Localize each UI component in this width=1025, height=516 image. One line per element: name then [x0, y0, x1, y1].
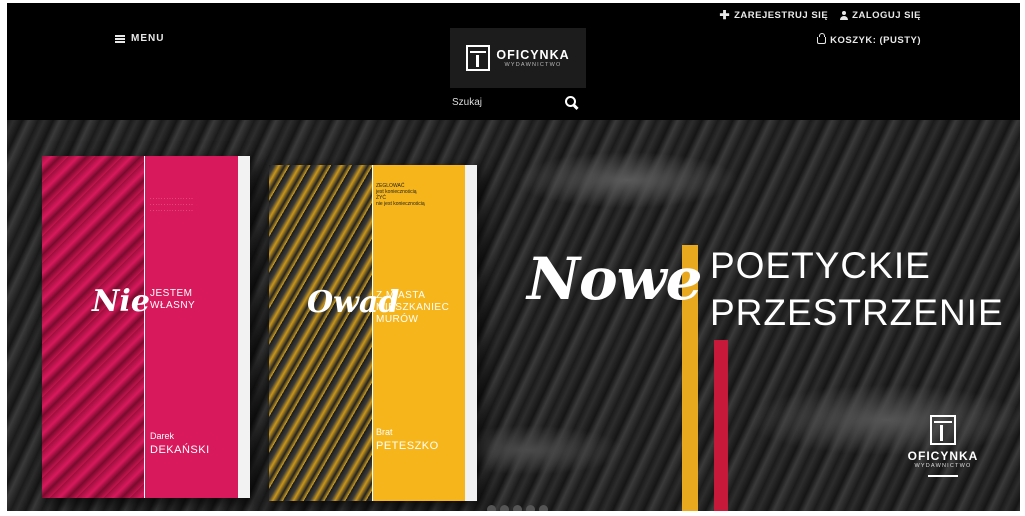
book-title-line: MURÓW — [376, 314, 419, 325]
site-header: MENU ✚ ZAREJESTRUJ SIĘ ZALOGUJ SIĘ KOSZY… — [7, 3, 1020, 120]
banner-logo-subtitle: WYDAWNICTWO — [914, 463, 972, 469]
logo-mark-icon — [466, 45, 491, 71]
search-input[interactable] — [452, 96, 542, 108]
carousel-dots — [487, 505, 548, 511]
page-frame: MENU ✚ ZAREJESTRUJ SIĘ ZALOGUJ SIĘ KOSZY… — [7, 3, 1020, 511]
search-icon[interactable] — [565, 96, 577, 108]
book-title-line: Z MIASTA — [376, 290, 426, 301]
login-link[interactable]: ZALOGUJ SIĘ — [840, 10, 921, 21]
site-logo[interactable]: OFICYNKA WYDAWNICTWO — [450, 28, 586, 88]
headline-line: POETYCKIE — [710, 245, 931, 286]
hero-banner[interactable]: · · · · · · · · · · · · · · · · · · · · ·… — [7, 120, 1020, 511]
banner-headline: POETYCKIE PRZESTRZENIE — [710, 242, 1004, 336]
search-bar — [452, 91, 577, 113]
user-icon — [840, 11, 849, 20]
carousel-dot[interactable] — [513, 505, 522, 511]
plus-icon: ✚ — [719, 8, 731, 22]
logo-text: OFICYNKA WYDAWNICTWO — [496, 48, 569, 68]
book-author-last: DEKAŃSKI — [150, 444, 210, 456]
logo-underline — [928, 475, 958, 477]
logo-subtitle: WYDAWNICTWO — [504, 62, 562, 68]
book-cover-nie-jestem-wlasny[interactable]: · · · · · · · · · · · · · · · · · · · · ·… — [42, 156, 250, 498]
cover-divider — [144, 156, 145, 498]
book-script-word: Nie — [92, 284, 150, 319]
book-title: JESTEM WŁASNY — [150, 288, 195, 312]
cover-divider — [372, 165, 373, 501]
book-title-line: JESTEM — [150, 288, 193, 299]
book-author-last: PETESZKO — [376, 440, 439, 452]
banner-logo-title: OFICYNKA — [907, 449, 979, 463]
book-title: Z MIASTA MIESZKANIEC MURÓW — [376, 290, 449, 326]
account-links: ✚ ZAREJESTRUJ SIĘ ZALOGUJ SIĘ — [719, 8, 921, 22]
book-author-first: Brat — [376, 427, 393, 437]
cover-art — [269, 165, 372, 501]
logo-mark-icon — [930, 415, 956, 445]
book-spine — [238, 156, 250, 498]
banner-logo: OFICYNKA WYDAWNICTWO — [907, 415, 979, 477]
headline-line: PRZESTRZENIE — [710, 292, 1004, 333]
basket-icon — [817, 33, 827, 44]
menu-button[interactable]: MENU — [115, 33, 164, 44]
book-title-line: MIESZKANIEC — [376, 302, 450, 313]
cover-small-text: · · · · · · · · · · · · · · · · · · · · ·… — [150, 196, 193, 213]
cover-art — [42, 156, 144, 498]
hamburger-icon — [115, 34, 125, 43]
banner-script-word: Nowe — [527, 245, 703, 313]
carousel-dot[interactable] — [487, 505, 496, 511]
menu-label: MENU — [131, 33, 165, 44]
book-title-line: WŁASNY — [150, 300, 196, 311]
cover-small-text: ZEGLOWAĆ jest koniecznością ŻYĆ nie jest… — [376, 183, 461, 207]
cart-link[interactable]: KOSZYK: (PUSTY) — [817, 33, 921, 46]
book-author-first: Darek — [150, 431, 175, 441]
cover-text-line: nie jest koniecznością — [376, 201, 425, 207]
carousel-dot[interactable] — [539, 505, 548, 511]
book-spine — [465, 165, 477, 501]
register-link[interactable]: ✚ ZAREJESTRUJ SIĘ — [719, 8, 829, 22]
book-cover-z-miasta-mieszkaniec-murow[interactable]: ZEGLOWAĆ jest koniecznością ŻYĆ nie jest… — [269, 165, 477, 501]
cart-label: KOSZYK: (PUSTY) — [830, 35, 921, 46]
login-label: ZALOGUJ SIĘ — [852, 10, 921, 21]
carousel-dot[interactable] — [526, 505, 535, 511]
decor-stripe-red — [714, 340, 728, 511]
logo-title: OFICYNKA — [496, 48, 570, 62]
carousel-dot[interactable] — [500, 505, 509, 511]
register-label: ZAREJESTRUJ SIĘ — [734, 10, 829, 21]
